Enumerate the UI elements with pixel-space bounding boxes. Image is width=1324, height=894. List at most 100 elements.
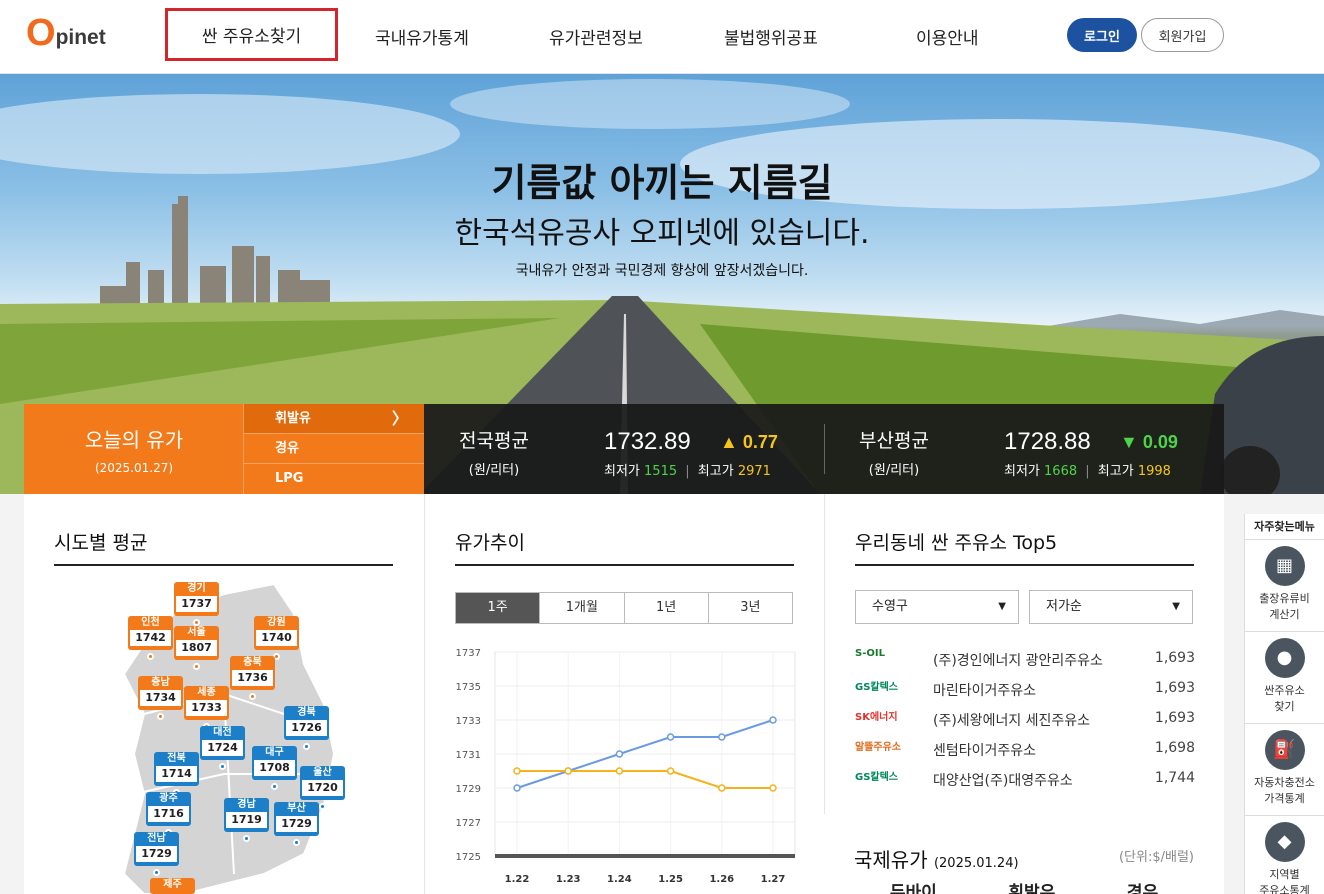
marker-dot (293, 839, 300, 846)
district-select[interactable]: 수영구 ▼ (855, 590, 1019, 624)
station-name: 센텀타이거주유소 (933, 743, 1037, 759)
region-tag[interactable]: 대구 1708 (252, 746, 297, 790)
nav-domestic-stats[interactable]: 국내유가통계 (375, 24, 469, 49)
data-point (769, 716, 777, 724)
national-unit: (원/리터) (468, 463, 520, 478)
region-tag[interactable]: 전남 1729 (134, 832, 179, 876)
period-tab-3y[interactable]: 3년 (709, 593, 792, 623)
region-tag[interactable]: 경남 1719 (224, 798, 269, 842)
region-tag[interactable]: 서울 1807 (174, 626, 219, 670)
regional-title: 시도별 평균 (54, 532, 148, 554)
region-tag[interactable]: 대전 1724 (200, 726, 245, 770)
fuel-tab-diesel[interactable]: 경유 (243, 434, 424, 464)
quick-label: 계산기 (1269, 608, 1300, 621)
busan-min: 1668 (1044, 464, 1078, 479)
region-tag[interactable]: 부산 1729 (274, 802, 319, 846)
min-label: 최저가 (1004, 464, 1040, 479)
x-tick-label: 1.26 (709, 874, 734, 885)
marker-dot (193, 619, 200, 626)
korea-map-icon: ◆ (1264, 822, 1305, 862)
station-row[interactable]: S-OIL (주)경인에너지 광안리주유소 1,693 (855, 644, 1195, 674)
fuel-tab-lpg[interactable]: LPG (243, 464, 424, 494)
period-tab-1y[interactable]: 1년 (625, 593, 709, 623)
station-price: 1,693 (1154, 680, 1195, 696)
national-min: 1515 (644, 464, 678, 479)
hero-title: 기름값 아끼는 지름길 (491, 161, 833, 205)
region-value: 1737 (176, 596, 217, 612)
region-tag[interactable]: 경기 1737 (174, 582, 219, 626)
marker-dot (271, 783, 278, 790)
trend-chart: 1737 1735 1733 1731 1729 1727 1725 1.22 1.23 1.24… (456, 648, 796, 885)
region-tag[interactable]: 울산 1720 (300, 766, 345, 810)
join-button[interactable]: 회원가입 (1141, 18, 1224, 52)
intl-unit: (단위:$/배럴) (1118, 850, 1194, 865)
region-value: 1742 (130, 630, 171, 646)
station-row[interactable]: GS칼텍스 대양산업(주)대영주유소 1,744 (855, 764, 1195, 794)
top5-panel: 우리동네 싼 주유소 Top5 수영구 ▼ 저가순 ▼ S-OIL (주)경인에너지… (824, 494, 1224, 814)
fuel-tab-gasoline[interactable]: 휘발유 〉 (243, 404, 424, 434)
busan-label: 부산평균 (859, 430, 929, 452)
period-tab-1m[interactable]: 1개월 (540, 593, 625, 623)
sort-select[interactable]: 저가순 ▼ (1029, 590, 1193, 624)
station-name: 마린타이거주유소 (933, 683, 1037, 699)
busan-max: 1998 (1137, 464, 1171, 479)
region-tag[interactable]: 강원 1740 (254, 616, 299, 660)
marker-dot (153, 869, 160, 876)
regional-panel: 시도별 평균 경기 1737 인천 1742 서울 1807 강원 1740 충북 173… (24, 494, 424, 894)
quick-item-regional-stats[interactable]: ◆ 지역별 주유소통계 (1245, 822, 1324, 894)
region-name: 세종 (197, 687, 216, 698)
region-tag[interactable]: 세종 1733 (184, 686, 229, 730)
busan-unit: (원/리터) (868, 463, 920, 478)
quick-item-cheap-station[interactable]: ● 싼주유소 찾기 (1245, 638, 1324, 724)
marker-dot (243, 835, 250, 842)
opinet-logo[interactable]: Opinet (26, 14, 106, 52)
data-point (666, 767, 675, 775)
station-price: 1,693 (1154, 650, 1195, 666)
region-tag[interactable]: 광주 1716 (146, 792, 191, 836)
y-tick-label: 1733 (456, 716, 481, 727)
station-row[interactable]: GS칼텍스 마린타이거주유소 1,693 (855, 674, 1195, 704)
brand-logo: S-OIL (855, 648, 885, 659)
quick-item-charging-stats[interactable]: ⛽ 자동차충전소 가격통계 (1245, 730, 1324, 816)
region-tag[interactable]: 전북 1714 (154, 752, 199, 796)
station-row[interactable]: SK에너지 (주)세왕에너지 세진주유소 1,693 (855, 704, 1195, 734)
quick-label: 주유소통계 (1259, 884, 1310, 894)
marker-dot (147, 653, 154, 660)
station-name: (주)세왕에너지 세진주유소 (933, 713, 1091, 729)
title-underline (855, 564, 1194, 566)
station-name: 대양산업(주)대영주유소 (933, 773, 1073, 789)
data-point (615, 767, 624, 775)
intl-col-gasoline: 휘발유 (1008, 883, 1056, 894)
data-point (513, 784, 521, 792)
location-pin-icon: ● (1264, 638, 1305, 678)
region-name: 경남 (237, 799, 256, 810)
nav-price-info[interactable]: 유가관련정보 (549, 24, 643, 49)
intl-title: 국제유가 (2025.01.24) (854, 844, 1019, 873)
region-name: 대구 (265, 747, 284, 758)
region-tag[interactable]: 제주 (150, 878, 195, 894)
region-tag[interactable]: 인천 1742 (128, 616, 173, 660)
region-value: 1716 (148, 806, 189, 822)
region-tag[interactable]: 충남 1734 (138, 676, 183, 720)
nav-illegal-disclosure[interactable]: 불법행위공표 (724, 24, 818, 49)
region-value: 1726 (286, 720, 327, 736)
period-tab-1w[interactable]: 1주 (456, 593, 541, 623)
max-label: 최고가 (1097, 464, 1134, 479)
station-row[interactable]: 알뜰주유소 센텀타이거주유소 1,698 (855, 734, 1195, 764)
busan-minmax: 최저가 1668 | 최고가 1998 (1004, 464, 1171, 479)
y-tick-label: 1729 (456, 784, 481, 795)
region-name: 서울 (187, 627, 206, 638)
region-tag[interactable]: 충북 1736 (230, 656, 275, 700)
region-tag[interactable]: 경북 1726 (284, 706, 329, 750)
quick-item-travel-calc[interactable]: ▦ 출장유류비 계산기 (1245, 546, 1324, 632)
data-point (615, 750, 624, 758)
marker-dot (249, 693, 256, 700)
login-button[interactable]: 로그인 (1067, 18, 1137, 52)
intl-col-dubai: 두바이 (889, 883, 937, 894)
nav-usage-guide[interactable]: 이용안내 (916, 24, 979, 49)
hero-subtitle: 한국석유공사 오피넷에 있습니다. (454, 216, 870, 251)
region-name: 경북 (297, 707, 316, 718)
nav-cheap-station[interactable]: 싼 주유소찾기 (165, 8, 338, 61)
station-price: 1,693 (1154, 710, 1195, 726)
national-minmax: 최저가 1515 | 최고가 2971 (604, 464, 771, 479)
